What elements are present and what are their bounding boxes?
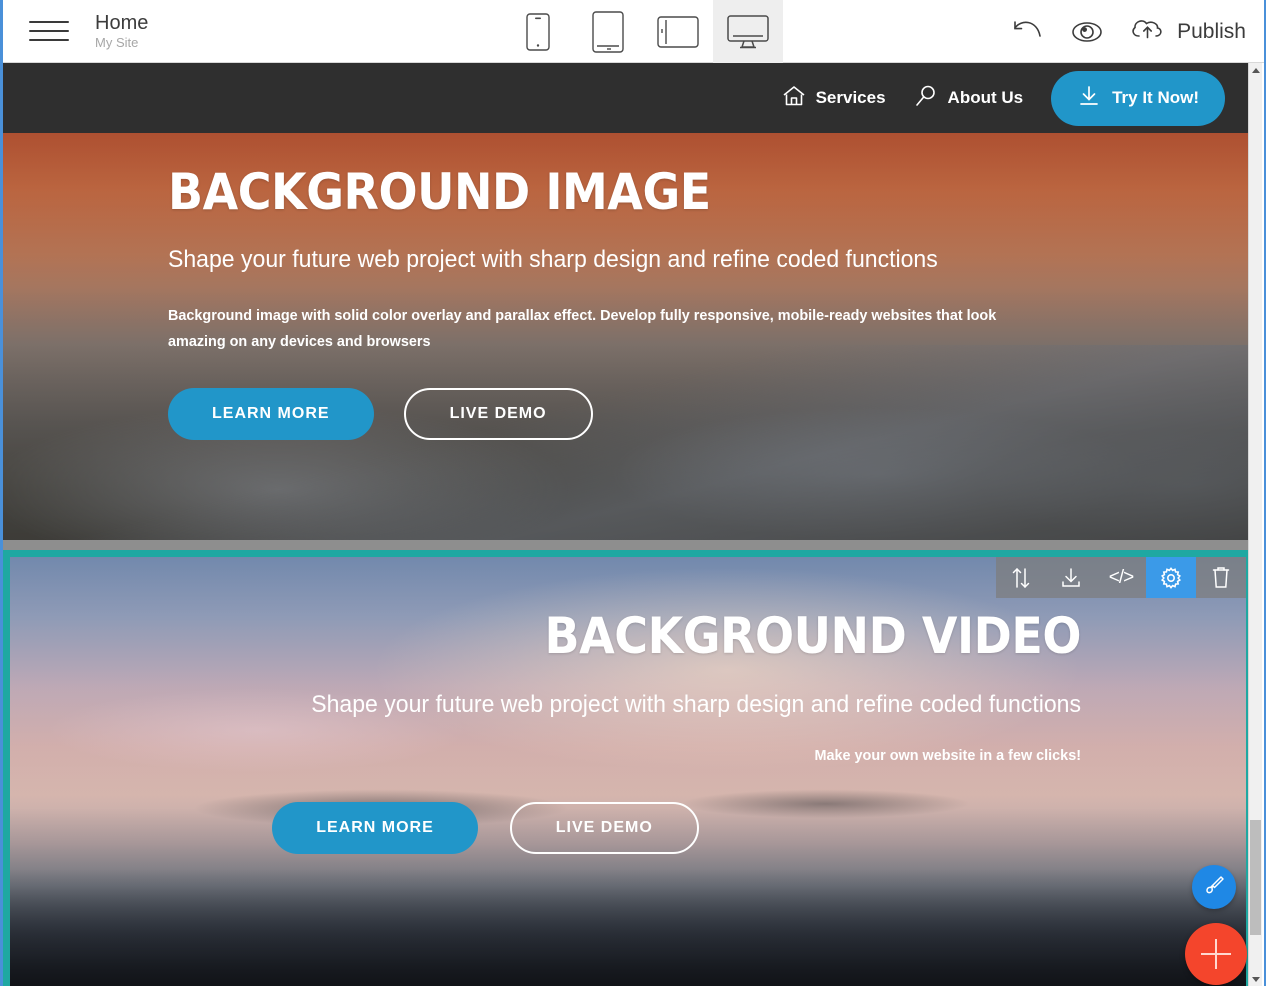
- nav-cta-try-it-now[interactable]: Try It Now!: [1051, 71, 1225, 126]
- section-settings-button[interactable]: [1146, 557, 1196, 598]
- section1-content: BACKGROUND IMAGE Shape your future web p…: [3, 133, 1253, 440]
- page-title: Home: [95, 12, 148, 35]
- scroll-up-arrow-icon[interactable]: [1249, 63, 1262, 77]
- section2-paragraph: Make your own website in a few clicks!: [53, 747, 1081, 764]
- site-info: Home My Site: [95, 12, 148, 51]
- site-name-label: My Site: [95, 36, 148, 51]
- publish-label: Publish: [1177, 20, 1246, 44]
- section-delete-button[interactable]: [1196, 557, 1246, 598]
- publish-button[interactable]: Publish: [1129, 15, 1246, 48]
- top-app-bar: Home My Site: [3, 0, 1264, 63]
- section-toolbar: </>: [996, 557, 1246, 598]
- section2-title: BACKGROUND VIDEO: [96, 607, 1081, 665]
- website-builder-window: Home My Site: [0, 0, 1266, 986]
- nav-link-about-us[interactable]: About Us: [914, 84, 1024, 113]
- section1-subtitle: Shape your future web project with sharp…: [168, 246, 1210, 274]
- section-move-button[interactable]: [996, 557, 1046, 598]
- preview-eye-icon[interactable]: [1069, 19, 1105, 45]
- section1-learn-more-button[interactable]: LEARN MORE: [168, 388, 374, 440]
- device-tablet-landscape-button[interactable]: [643, 0, 713, 63]
- section-background-video[interactable]: </> BACKGROUND VIDEO: [3, 550, 1253, 986]
- section-divider: [3, 540, 1253, 550]
- section1-paragraph: Background image with solid color overla…: [168, 303, 1037, 354]
- section-code-button[interactable]: </>: [1096, 557, 1146, 598]
- vertical-scrollbar[interactable]: [1248, 63, 1262, 986]
- section2-learn-more-button[interactable]: LEARN MORE: [272, 802, 478, 854]
- section2-buttons: LEARN MORE LIVE DEMO: [10, 802, 1081, 854]
- nav-link-label: Services: [816, 88, 886, 108]
- nav-cta-label: Try It Now!: [1112, 88, 1199, 108]
- section2-live-demo-button[interactable]: LIVE DEMO: [510, 802, 699, 854]
- site-canvas: Services About Us: [3, 63, 1253, 986]
- hamburger-menu-icon[interactable]: [29, 16, 73, 46]
- section-background-image[interactable]: BACKGROUND IMAGE Shape your future web p…: [3, 133, 1253, 540]
- style-brush-button[interactable]: [1192, 865, 1236, 909]
- cloud-upload-icon: [1129, 15, 1167, 48]
- device-tablet-portrait-button[interactable]: [573, 0, 643, 63]
- scrollbar-thumb[interactable]: [1250, 820, 1261, 935]
- paintbrush-icon: [1202, 873, 1226, 902]
- section1-title: BACKGROUND IMAGE: [168, 165, 1166, 220]
- code-icon: </>: [1109, 567, 1133, 589]
- section2-content: BACKGROUND VIDEO Shape your future web p…: [10, 557, 1246, 854]
- section1-buttons: LEARN MORE LIVE DEMO: [168, 388, 1253, 440]
- search-icon: [914, 84, 938, 113]
- scroll-down-arrow-icon[interactable]: [1249, 972, 1262, 986]
- section1-live-demo-button[interactable]: LIVE DEMO: [404, 388, 593, 440]
- app-actions: Publish: [1011, 0, 1246, 63]
- section-download-button[interactable]: [1046, 557, 1096, 598]
- device-preview-group: [503, 0, 783, 63]
- device-phone-portrait-button[interactable]: [503, 0, 573, 63]
- device-desktop-button[interactable]: [713, 0, 783, 63]
- nav-link-label: About Us: [948, 88, 1024, 108]
- section2-subtitle: Shape your future web project with sharp…: [53, 691, 1081, 719]
- site-navbar: Services About Us: [3, 63, 1253, 133]
- home-icon: [782, 85, 806, 112]
- add-block-button[interactable]: [1185, 923, 1247, 985]
- download-icon: [1077, 84, 1101, 113]
- nav-link-services[interactable]: Services: [782, 85, 886, 112]
- undo-icon[interactable]: [1011, 19, 1045, 45]
